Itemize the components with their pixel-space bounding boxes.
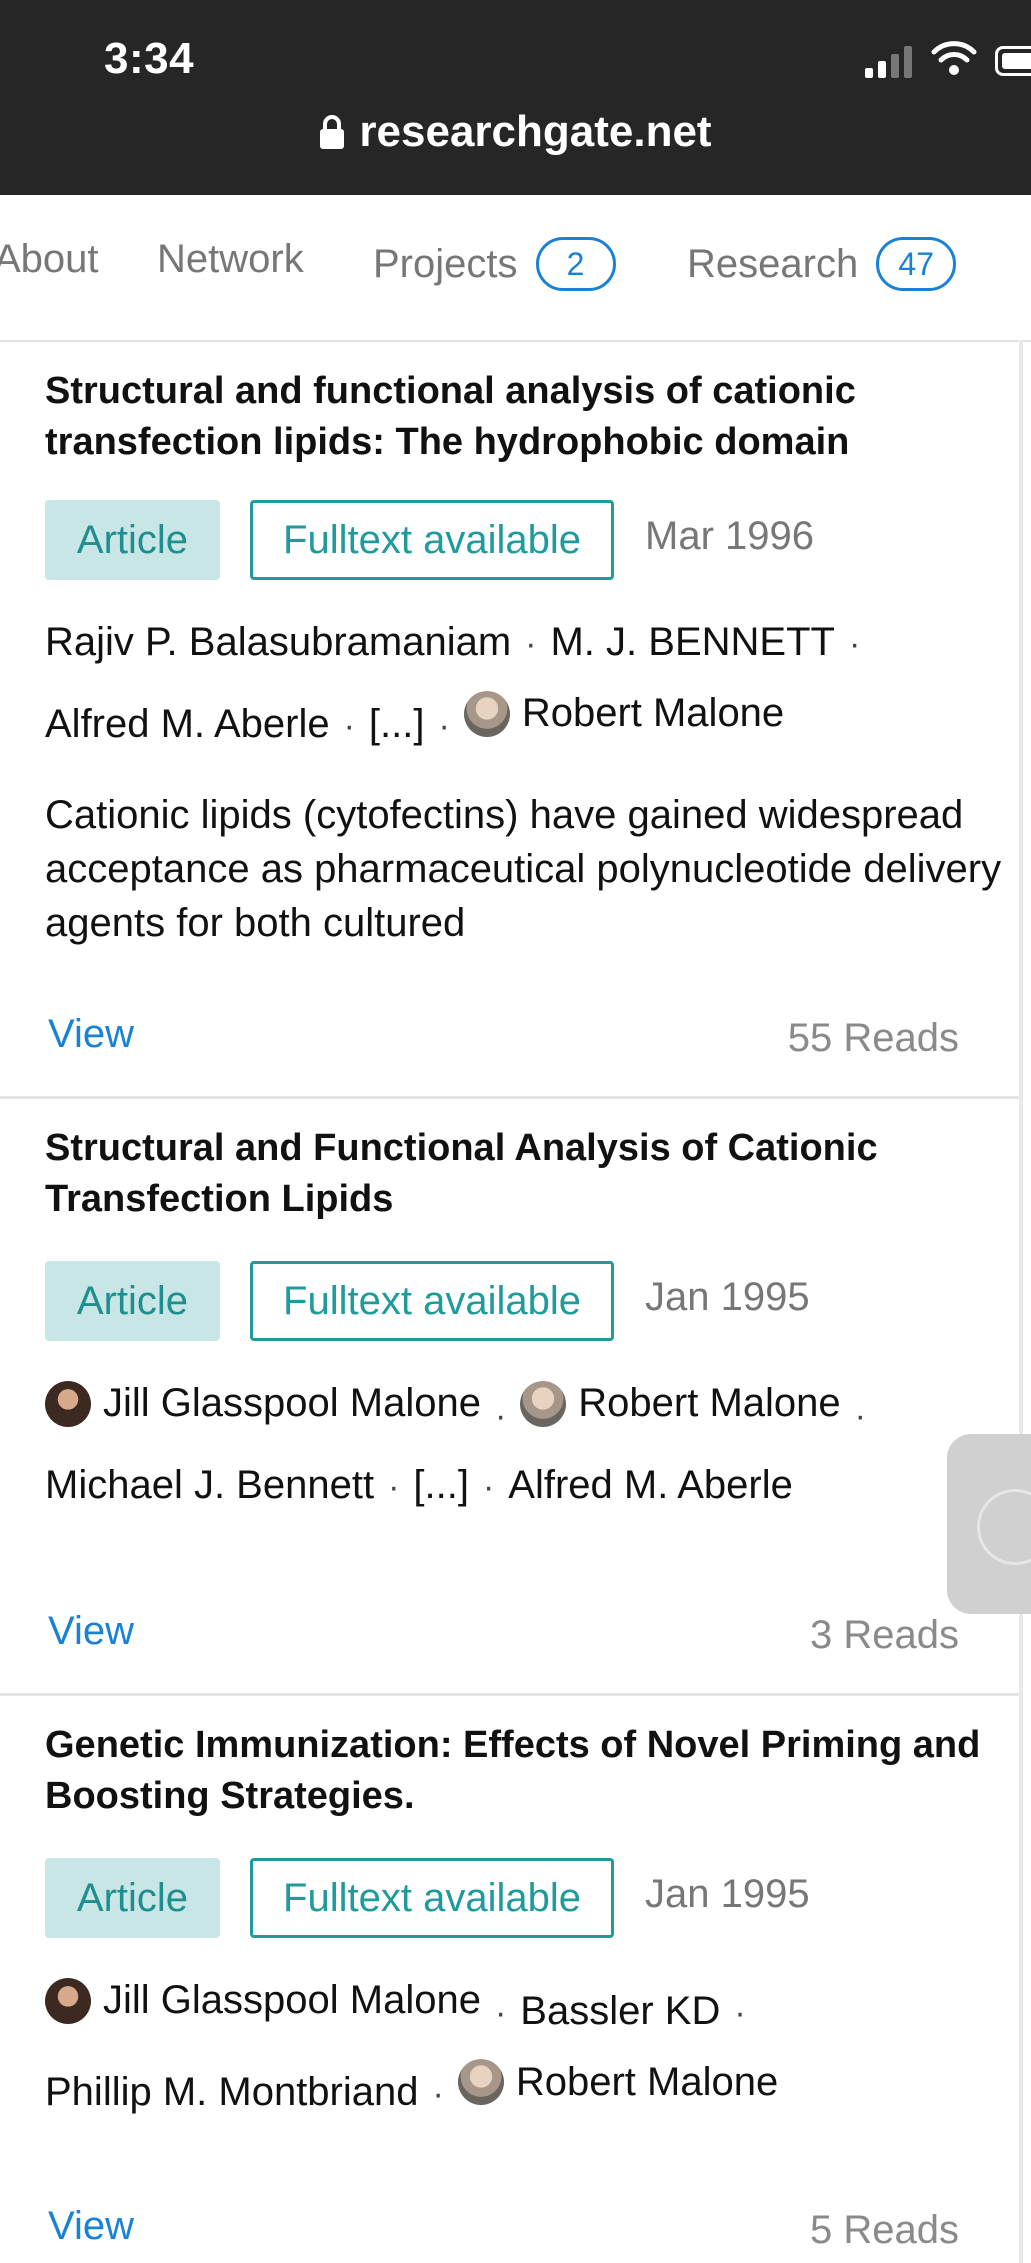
reads-count: 5 Reads [810, 2208, 959, 2252]
author-link[interactable]: Michael J. Bennett [45, 1451, 374, 1520]
author-link[interactable]: Robert Malone [520, 1369, 841, 1438]
reads-count: 55 Reads [787, 1016, 959, 1060]
wifi-icon [931, 41, 977, 75]
tab-about-label: About [0, 237, 99, 281]
tab-projects-label: Projects [373, 241, 518, 286]
jill-glasspool-malone-avatar [45, 1977, 91, 2024]
lock-icon [320, 115, 345, 149]
publication-title[interactable]: Genetic Immunization: Effects of Novel P… [45, 1720, 995, 1822]
publication-date: Jan 1995 [645, 1275, 810, 1319]
author-link[interactable]: Robert Malone [463, 679, 784, 748]
publication-card: Structural and functional analysis of ca… [0, 342, 1019, 1099]
fulltext-available-badge[interactable]: Fulltext available [250, 500, 614, 580]
author-link[interactable]: Rajiv P. Balasubramaniam [45, 608, 511, 677]
more-authors[interactable]: [...] [369, 690, 425, 759]
author-link[interactable]: Jill Glasspool Malone [45, 1966, 481, 2035]
article-type-badge: Article [45, 1261, 220, 1341]
author-link[interactable]: Phillip M. Montbriand [45, 2058, 419, 2127]
profile-tabs: About Network Projects 2 Research 47 [0, 195, 1031, 342]
tab-network[interactable]: Network [157, 237, 304, 282]
tab-research-label: Research [687, 241, 859, 286]
cellular-signal-icon [865, 46, 912, 78]
chevron-circle-icon [977, 1489, 1031, 1565]
article-type-badge: Article [45, 1858, 220, 1938]
view-link[interactable]: View [48, 2204, 134, 2249]
publication-date: Mar 1996 [645, 514, 814, 558]
author-link[interactable]: Bassler KD [520, 1977, 720, 2046]
research-count-badge: 47 [876, 237, 957, 291]
robert-malone-avatar [463, 690, 510, 737]
publication-title[interactable]: Structural and functional analysis of ca… [45, 366, 995, 468]
author-link[interactable]: Alfred M. Aberle [45, 690, 330, 759]
panel-edge-divider [1019, 340, 1023, 2263]
view-link[interactable]: View [48, 1012, 134, 1057]
robert-malone-avatar [457, 2059, 504, 2105]
browser-status-bar: 3:34 researchgate.net [0, 0, 1031, 195]
reads-count: 3 Reads [810, 1613, 959, 1657]
tab-research[interactable]: Research 47 [687, 237, 957, 291]
projects-count-badge: 2 [535, 237, 616, 291]
author-link[interactable]: Robert Malone [457, 2048, 778, 2117]
publication-card: Structural and Functional Analysis of Ca… [0, 1099, 1019, 1696]
author-link[interactable]: Alfred M. Aberle [508, 1451, 793, 1520]
publication-title[interactable]: Structural and Functional Analysis of Ca… [45, 1123, 995, 1225]
status-time: 3:34 [104, 34, 195, 83]
article-type-badge: Article [45, 500, 220, 580]
publication-card: Genetic Immunization: Effects of Novel P… [0, 1696, 1019, 2263]
tab-projects[interactable]: Projects 2 [373, 237, 616, 291]
author-list: Rajiv P. Balasubramaniam · M. J. BENNETT · … [45, 608, 1005, 761]
battery-icon [995, 46, 1031, 76]
tab-about[interactable]: About [0, 237, 99, 282]
author-link[interactable]: M. J. BENNETT [550, 608, 834, 677]
robert-malone-avatar [520, 1380, 567, 1427]
publication-date: Jan 1995 [645, 1872, 810, 1916]
author-link[interactable]: Jill Glasspool Malone [45, 1369, 481, 1438]
publication-abstract: Cationic lipids (cytofectins) have gaine… [45, 793, 1002, 945]
jill-glasspool-malone-avatar [45, 1380, 91, 1427]
url-bar[interactable]: researchgate.net [0, 100, 1031, 164]
author-list: Jill Glasspool Malone · Bassler KD · Philli… [45, 1966, 1005, 2129]
more-authors[interactable]: [...] [413, 1451, 469, 1520]
view-link[interactable]: View [48, 1609, 134, 1654]
fulltext-available-badge[interactable]: Fulltext available [250, 1261, 614, 1341]
side-drawer-handle[interactable] [947, 1434, 1031, 1614]
url-text: researchgate.net [359, 107, 712, 156]
author-list: Jill Glasspool Malone · Robert Malone · Mic… [45, 1369, 1005, 1522]
tab-network-label: Network [157, 237, 304, 281]
fulltext-available-badge[interactable]: Fulltext available [250, 1858, 614, 1938]
